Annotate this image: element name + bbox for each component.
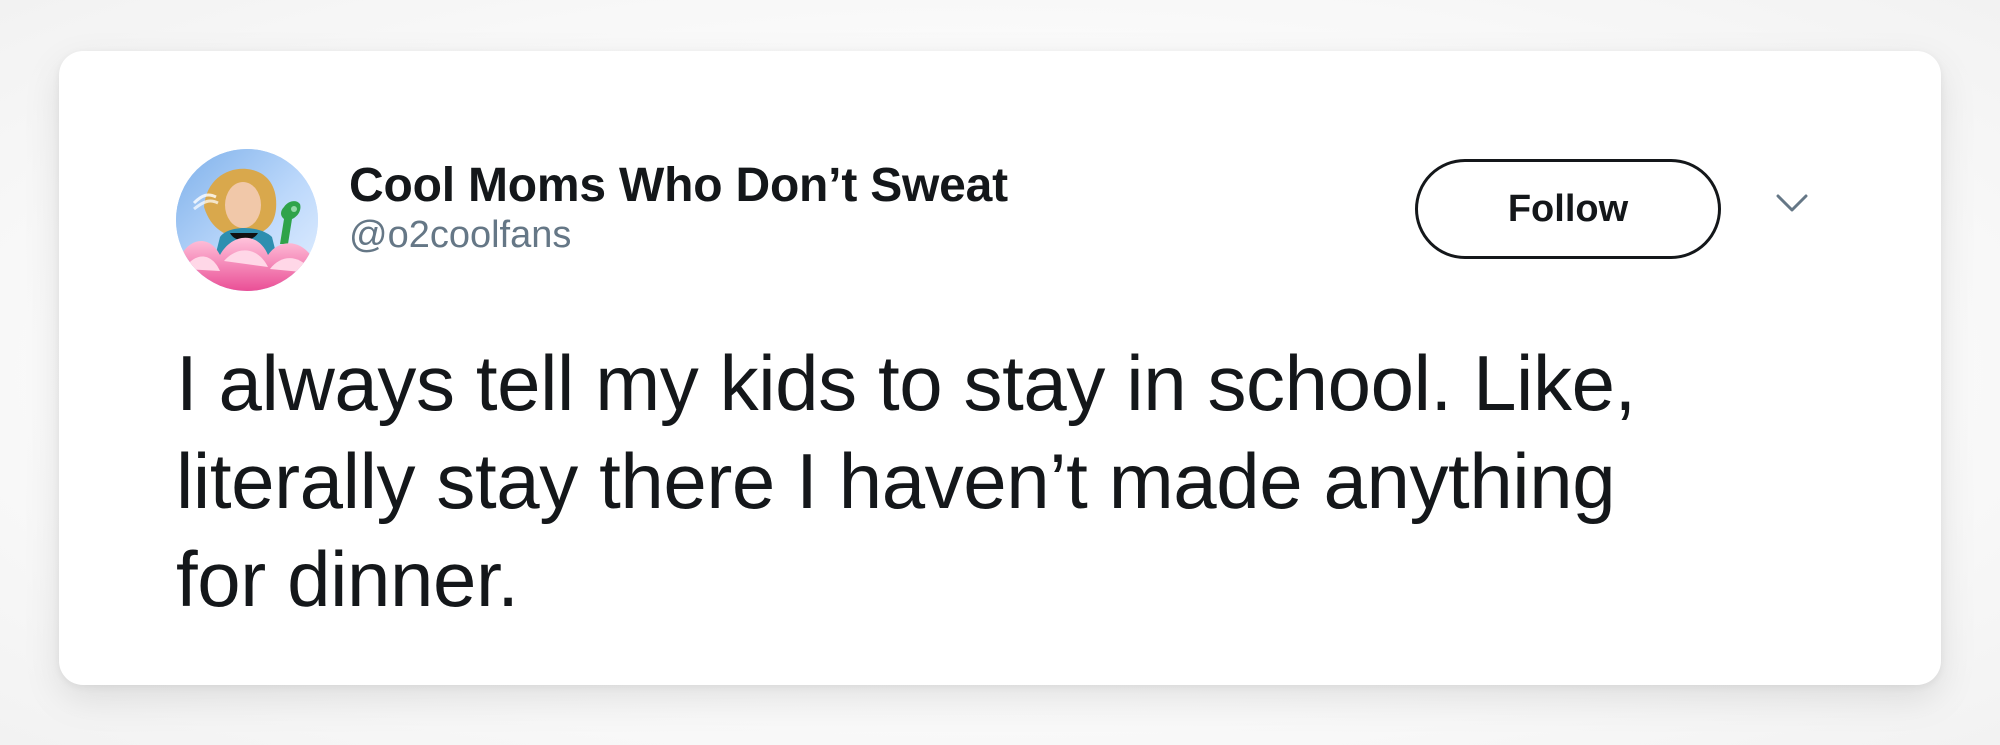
follow-button[interactable]: Follow <box>1415 159 1721 259</box>
tweet-card: Cool Moms Who Don’t Sweat @o2coolfans Fo… <box>59 51 1941 685</box>
tweet-text: I always tell my kids to stay in school.… <box>176 339 1636 623</box>
avatar-image <box>176 149 318 291</box>
chevron-down-icon-graphic <box>1776 194 1808 212</box>
author-display-name[interactable]: Cool Moms Who Don’t Sweat <box>349 160 1008 211</box>
chevron-down-icon[interactable] <box>1775 193 1809 215</box>
user-avatar[interactable] <box>176 149 318 291</box>
author-username[interactable]: @o2coolfans <box>349 215 1008 257</box>
tweet-author-block: Cool Moms Who Don’t Sweat @o2coolfans <box>349 160 1008 257</box>
